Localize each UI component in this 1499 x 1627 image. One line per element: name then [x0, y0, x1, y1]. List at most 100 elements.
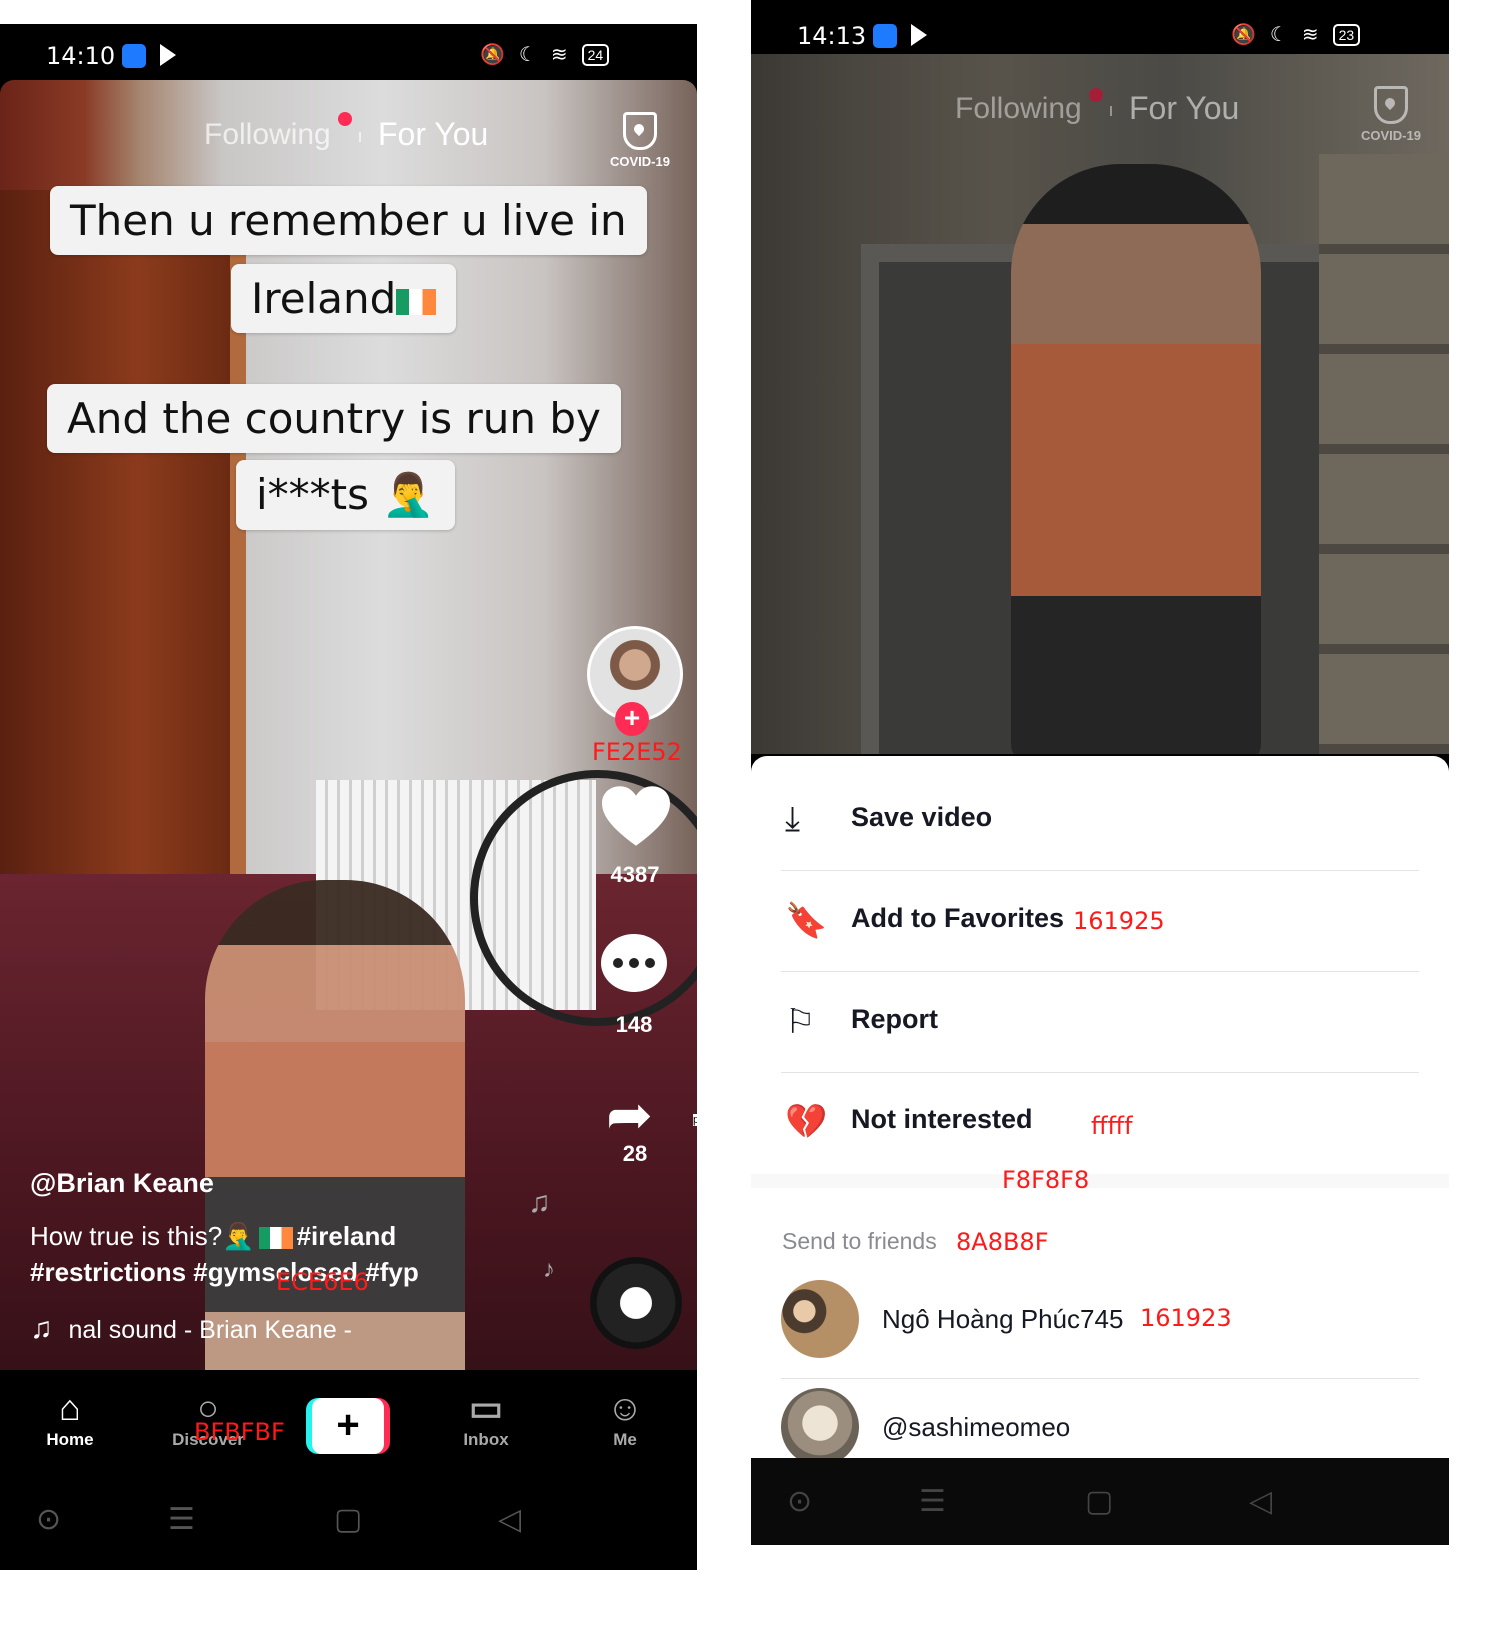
share-arrow-icon[interactable]: ➦	[606, 1082, 653, 1148]
caption-line-2-text: Ireland	[251, 274, 397, 323]
friend-row[interactable]: Ngô Hoàng Phúc745 161923	[781, 1272, 1419, 1379]
nav-me-label: Me	[613, 1430, 637, 1449]
create-button[interactable]: +	[306, 1398, 390, 1454]
friend-name: Ngô Hoàng Phúc745	[882, 1304, 1124, 1334]
side-snippet: psum	[693, 1114, 697, 1126]
menu-icon[interactable]: ☰	[168, 1502, 195, 1537]
friend-name: @sashimeomeo	[882, 1412, 1071, 1442]
annotation-divider-color: F8F8F8	[1002, 1166, 1090, 1194]
wifi-icon: ≋	[1301, 24, 1319, 46]
nav-inbox[interactable]: ▭ Inbox	[436, 1386, 536, 1450]
caption-line-3: And the country is run by	[47, 384, 621, 453]
app-notification-icon	[122, 44, 146, 68]
annotation-plus-color: FE2E52	[592, 738, 682, 766]
tab-following[interactable]: Following	[955, 92, 1082, 126]
comment-count: 148	[615, 1012, 653, 1037]
assistant-icon[interactable]: ⊙	[787, 1484, 812, 1519]
battery-icon: 24	[581, 43, 610, 66]
nav-me[interactable]: ☺ Me	[575, 1386, 675, 1450]
stone-wall	[1319, 154, 1449, 754]
floating-note-icon-small: ♪	[543, 1256, 555, 1283]
music-title: nal sound - Brian Keane -	[68, 1316, 353, 1344]
annotation-not-interested-color: fffff	[1091, 1112, 1133, 1140]
status-icons: 🔕 ☾ ≋ 24	[480, 42, 610, 67]
menu-not-interested[interactable]: 💔 Not interested fffff	[781, 1072, 1419, 1172]
music-note-icon: ♫	[30, 1312, 53, 1345]
status-time: 14:13	[797, 22, 867, 50]
status-time: 14:10	[46, 42, 116, 70]
tab-for-you[interactable]: For You	[1129, 90, 1239, 127]
covid-label: COVID-19	[610, 154, 670, 169]
vibrate-icon: 🔕	[480, 44, 505, 66]
moon-icon: ☾	[518, 44, 537, 66]
left-phone-screen: 14:10 🔕 ☾ ≋ 24 Following For You COVID-1…	[0, 24, 697, 1570]
covid-button[interactable]: COVID-19	[600, 112, 680, 169]
nav-home[interactable]: ⌂ Home	[20, 1386, 120, 1450]
annotation-desc-color: ECE6E6	[276, 1268, 369, 1296]
annotation-favorites-color: 161925	[1073, 907, 1165, 935]
tab-separator	[1110, 106, 1112, 116]
back-icon[interactable]: ◁	[498, 1502, 521, 1537]
tab-for-you[interactable]: For You	[378, 116, 488, 153]
battery-icon: 23	[1332, 23, 1361, 46]
follow-plus-button[interactable]: +	[615, 702, 649, 736]
menu-label: Not interested	[851, 1104, 1033, 1134]
caption-line-1: Then u remember u live in	[50, 186, 647, 255]
share-count: 28	[622, 1141, 648, 1166]
like-heart-icon[interactable]	[602, 786, 670, 848]
create-plus-icon: +	[312, 1398, 384, 1454]
status-bar: 14:10 🔕 ☾ ≋ 24	[0, 24, 697, 84]
floating-note-icon: ♫	[528, 1186, 551, 1219]
share-sheet: ⤓ Save video 🔖 Add to Favorites 161925 ⚐…	[751, 756, 1449, 1466]
nav-inbox-label: Inbox	[463, 1430, 509, 1449]
shield-icon	[1374, 86, 1408, 124]
menu-label: Add to Favorites	[851, 903, 1065, 933]
status-icons: 🔕 ☾ ≋ 23	[1231, 22, 1361, 47]
system-navigation-bar: ⊙ ☰ ▢ ◁	[0, 1476, 697, 1570]
download-icon: ⤓	[785, 800, 801, 838]
shield-icon	[623, 112, 657, 150]
home-square-icon[interactable]: ▢	[1085, 1484, 1113, 1519]
ireland-flag-icon	[258, 1227, 293, 1250]
creator-username[interactable]: @Brian Keane	[30, 1168, 214, 1199]
assistant-icon[interactable]: ⊙	[36, 1502, 61, 1537]
caption-line-2: Ireland	[231, 264, 457, 333]
menu-report[interactable]: ⚐ Report	[781, 972, 1419, 1073]
menu-icon[interactable]: ☰	[919, 1484, 946, 1519]
menu-label: Save video	[851, 802, 993, 832]
bookmark-icon: 🔖	[785, 902, 828, 940]
comment-icon[interactable]	[601, 934, 667, 992]
nav-home-label: Home	[46, 1430, 94, 1449]
covid-label: COVID-19	[1361, 128, 1421, 143]
avatar	[781, 1388, 859, 1466]
covid-button[interactable]: COVID-19	[1351, 86, 1431, 143]
annotation-discover-color: BFBFBF	[194, 1418, 285, 1446]
section-divider	[751, 1174, 1449, 1188]
following-badge	[338, 112, 352, 126]
back-icon[interactable]: ◁	[1249, 1484, 1272, 1519]
home-square-icon[interactable]: ▢	[334, 1502, 362, 1537]
music-disc-button[interactable]	[590, 1257, 682, 1349]
menu-label: Report	[851, 1004, 938, 1034]
menu-save-video[interactable]: ⤓ Save video	[781, 770, 1419, 871]
wifi-icon: ≋	[550, 44, 568, 66]
annotation-friend-color: 161923	[1140, 1304, 1232, 1332]
system-navigation-bar: ⊙ ☰ ▢ ◁	[751, 1458, 1449, 1545]
video-person	[1011, 164, 1261, 754]
play-notification-icon	[911, 24, 927, 46]
video-player[interactable]	[751, 54, 1449, 754]
like-count: 4387	[610, 862, 660, 887]
following-badge	[1089, 88, 1103, 102]
broken-heart-icon: 💔	[785, 1103, 828, 1141]
annotation-send-color: 8A8B8F	[956, 1228, 1049, 1256]
profile-icon: ☺	[606, 1387, 644, 1428]
video-description: How true is this?🤦‍♂️ #ireland #restricti…	[30, 1218, 500, 1290]
music-row[interactable]: ♫ nal sound - Brian Keane -	[30, 1312, 352, 1346]
hashtag-ireland[interactable]: #ireland	[297, 1221, 397, 1251]
home-icon: ⌂	[59, 1387, 81, 1428]
play-notification-icon	[160, 44, 176, 66]
tab-following[interactable]: Following	[204, 118, 331, 152]
right-phone-screen: 14:13 🔕 ☾ ≋ 23 Following For You COVID-1…	[751, 0, 1449, 1545]
status-bar: 14:13 🔕 ☾ ≋ 23	[751, 0, 1449, 60]
menu-add-to-favorites[interactable]: 🔖 Add to Favorites 161925	[781, 871, 1419, 972]
